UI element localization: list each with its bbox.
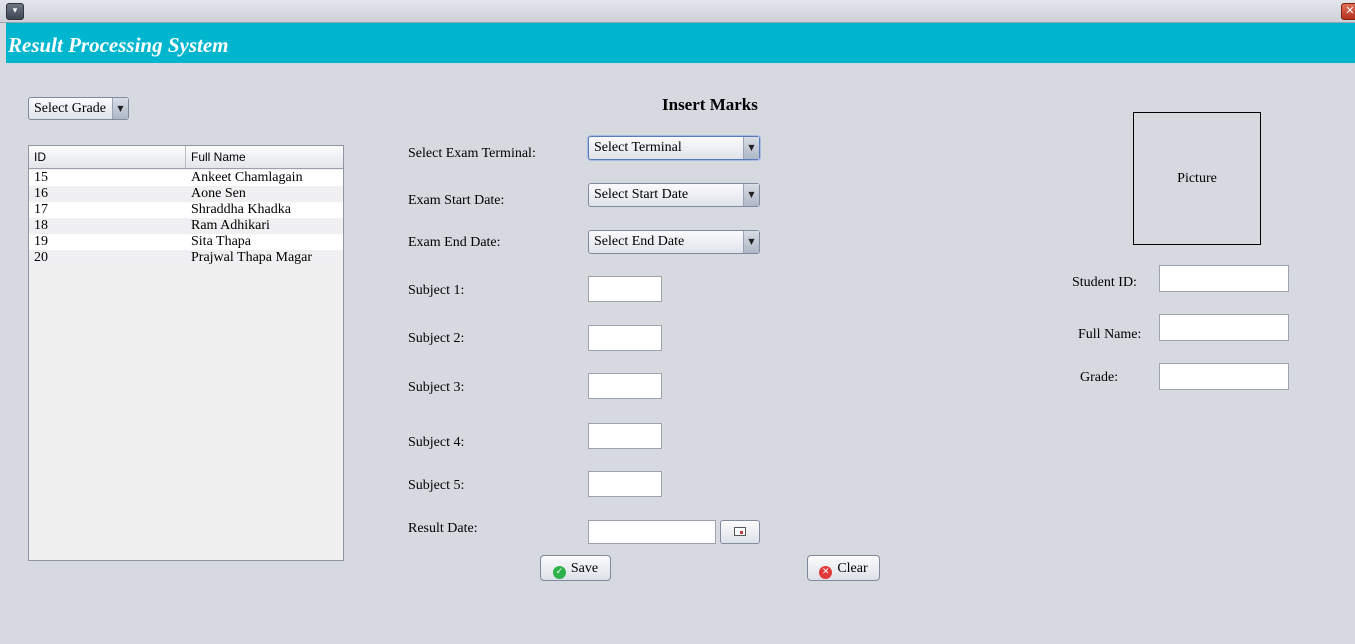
chevron-down-icon: ▼ <box>112 98 128 119</box>
subject-4-label: Subject 4: <box>408 435 465 450</box>
x-circle-icon: ✕ <box>819 566 833 579</box>
exam-start-date-label: Exam Start Date: <box>408 193 505 208</box>
exam-end-date-value: Select End Date <box>594 234 685 249</box>
student-id-label: Student ID: <box>1072 275 1137 290</box>
cell-full-name: Aone Sen <box>191 186 246 201</box>
chevron-down-icon: ▼ <box>743 231 759 253</box>
subject-5-label: Subject 5: <box>408 478 465 493</box>
subject-1-label: Subject 1: <box>408 283 465 298</box>
save-button-label: Save <box>570 561 599 576</box>
clear-button-label: Clear <box>837 561 868 576</box>
check-circle-icon: ✓ <box>552 566 566 579</box>
save-button[interactable]: ✓ Save <box>540 555 611 581</box>
subject-2-label: Subject 2: <box>408 331 465 346</box>
cell-id: 15 <box>34 170 48 185</box>
table-row[interactable]: 15 Ankeet Chamlagain <box>29 170 343 186</box>
table-header: ID Full Name <box>29 146 343 169</box>
calendar-icon <box>734 527 746 536</box>
cell-full-name: Prajwal Thapa Magar <box>191 250 313 265</box>
clear-button[interactable]: ✕ Clear <box>807 555 880 581</box>
cell-full-name: Sita Thapa <box>191 234 252 249</box>
cell-id: 16 <box>34 186 48 201</box>
app-title: Result Processing System <box>8 33 229 57</box>
full-name-field[interactable] <box>1159 314 1289 341</box>
window-title-bar <box>0 0 1355 23</box>
chevron-down-icon: ▼ <box>743 137 759 159</box>
exam-terminal-label: Select Exam Terminal: <box>408 146 536 161</box>
grade-field[interactable] <box>1159 363 1289 390</box>
chevron-down-icon: ▼ <box>743 184 759 206</box>
table-row[interactable]: 19 Sita Thapa <box>29 234 343 250</box>
close-icon[interactable]: ✕ <box>1341 3 1355 20</box>
exam-end-date-label: Exam End Date: <box>408 235 501 250</box>
exam-end-date-select[interactable]: Select End Date ▼ <box>588 230 760 254</box>
exam-start-date-value: Select Start Date <box>594 187 689 202</box>
grade-select[interactable]: Select Grade ▼ <box>28 97 129 120</box>
exam-start-date-select[interactable]: Select Start Date ▼ <box>588 183 760 207</box>
subject-2-input[interactable] <box>588 325 662 351</box>
result-date-label: Result Date: <box>408 521 478 536</box>
result-date-input[interactable] <box>588 520 716 544</box>
cell-full-name: Ram Adhikari <box>191 218 270 233</box>
window-menu-icon[interactable]: ▾ <box>6 3 24 20</box>
table-row[interactable]: 16 Aone Sen <box>29 186 343 202</box>
subject-3-input[interactable] <box>588 373 662 399</box>
insert-marks-title: Insert Marks <box>662 95 758 114</box>
student-picture: Picture <box>1133 112 1261 245</box>
cell-id: 19 <box>34 234 48 249</box>
column-header-id[interactable]: ID <box>29 146 186 168</box>
cell-id: 18 <box>34 218 48 233</box>
subject-4-input[interactable] <box>588 423 662 449</box>
subject-1-input[interactable] <box>588 276 662 302</box>
grade-label: Grade: <box>1080 370 1119 385</box>
table-row[interactable]: 20 Prajwal Thapa Magar <box>29 250 343 266</box>
student-table[interactable]: ID Full Name 15 Ankeet Chamlagain 16 Aon… <box>28 145 344 561</box>
table-row[interactable]: 17 Shraddha Khadka <box>29 202 343 218</box>
result-date-picker-button[interactable] <box>720 520 760 544</box>
exam-terminal-value: Select Terminal <box>594 140 682 155</box>
subject-3-label: Subject 3: <box>408 380 465 395</box>
cell-full-name: Ankeet Chamlagain <box>191 170 303 185</box>
student-id-field[interactable] <box>1159 265 1289 292</box>
cell-full-name: Shraddha Khadka <box>191 202 291 217</box>
subject-5-input[interactable] <box>588 471 662 497</box>
full-name-label: Full Name: <box>1078 327 1142 342</box>
cell-id: 20 <box>34 250 48 265</box>
exam-terminal-select[interactable]: Select Terminal ▼ <box>588 136 760 160</box>
table-row[interactable]: 18 Ram Adhikari <box>29 218 343 234</box>
column-header-full-name[interactable]: Full Name <box>186 146 343 168</box>
cell-id: 17 <box>34 202 48 217</box>
grade-select-value: Select Grade <box>34 101 106 116</box>
